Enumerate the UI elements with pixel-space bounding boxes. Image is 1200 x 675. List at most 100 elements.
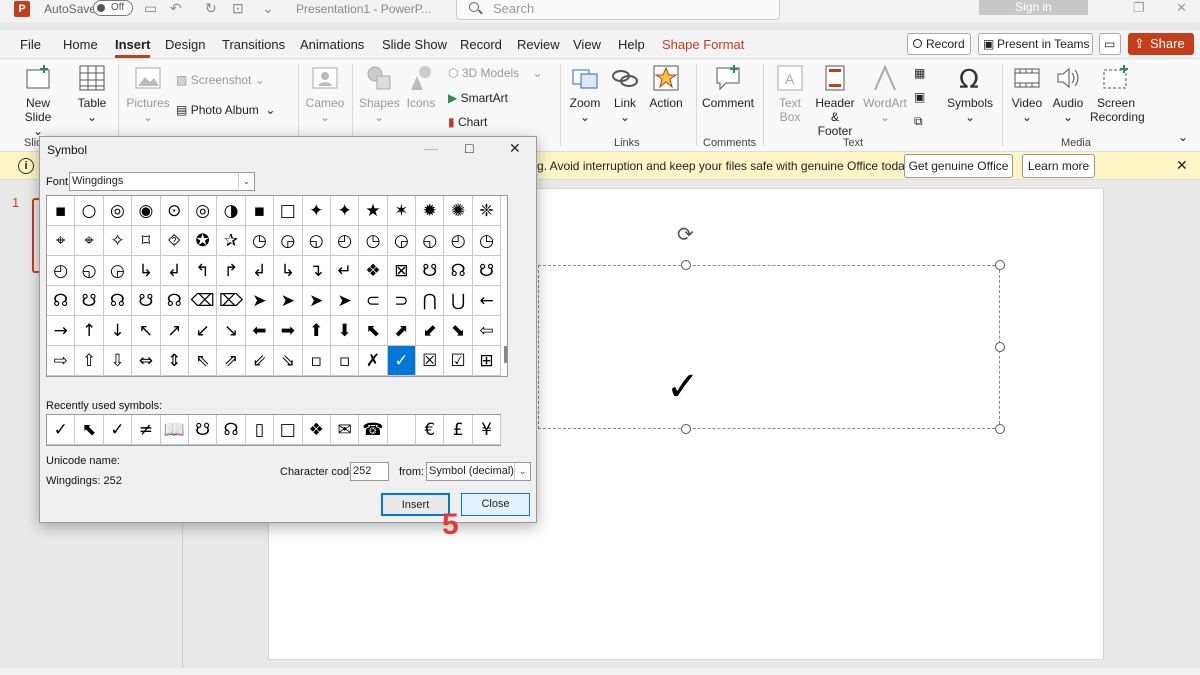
symbol-cell[interactable]: ⬊ [444, 316, 473, 346]
symbol-cell[interactable]: ☋ [132, 286, 161, 316]
symbol-cell[interactable]: ↗ [160, 316, 189, 346]
video-button[interactable]: Video ⌄ [1008, 64, 1046, 124]
symbol-cell[interactable]: ⌦ [217, 286, 246, 316]
symbol-cell[interactable]: ↲ [245, 256, 275, 286]
font-dropdown[interactable]: Wingdings ⌄ [69, 172, 255, 191]
symbol-cell[interactable]: ▪ [245, 196, 275, 226]
symbol-cell[interactable]: ↳ [274, 256, 303, 286]
symbol-cell[interactable]: ⇧ [75, 346, 104, 376]
comments-button[interactable]: ▭ [1099, 33, 1121, 55]
icons-button[interactable]: Icons [404, 64, 438, 110]
symbol-cell[interactable]: ✓ [387, 346, 417, 376]
symbol-cell[interactable]: ⊞ [472, 346, 502, 376]
symbol-cell[interactable]: ❖ [359, 256, 388, 286]
restore-window-icon[interactable]: ❐ [1133, 0, 1145, 16]
symbols-button[interactable]: Ω Symbols ⌄ [944, 64, 996, 124]
symbol-cell[interactable]: ↖ [132, 316, 161, 346]
symbol-cell[interactable]: ➤ [245, 286, 275, 316]
tab-file[interactable]: File [20, 37, 41, 52]
symbol-cell[interactable]: ⇙ [245, 346, 275, 376]
symbol-cell[interactable]: ↰ [188, 256, 218, 286]
screen-recording-button[interactable]: Screen Recording [1090, 64, 1145, 124]
recent-symbol-cell[interactable]: ✓ [103, 415, 133, 445]
comment-button[interactable]: Comment [700, 64, 756, 110]
present-icon[interactable]: ⊡ [232, 0, 244, 17]
symbol-cell[interactable]: ◴ [47, 256, 76, 286]
symbol-cell[interactable]: ⇦ [472, 316, 502, 346]
from-dropdown[interactable]: Symbol (decimal) ⌄ [426, 462, 531, 481]
symbol-cell[interactable]: ↳ [132, 256, 161, 286]
symbol-cell[interactable]: ⊃ [387, 286, 417, 316]
symbol-cell[interactable]: ✰ [217, 226, 246, 256]
symbol-cell[interactable]: ◴ [330, 226, 360, 256]
symbol-cell[interactable]: ➡ [274, 316, 303, 346]
symbol-cell[interactable]: ◵ [75, 256, 104, 286]
link-button[interactable]: Link ⌄ [608, 64, 642, 124]
recent-symbol-cell[interactable]: ❖ [302, 415, 331, 445]
record-button[interactable]: Record [907, 33, 971, 55]
symbol-cell[interactable]: ◷ [245, 226, 275, 256]
tab-design[interactable]: Design [165, 37, 205, 52]
slide-number-icon[interactable]: ▣ [914, 90, 925, 104]
symbol-cell[interactable]: ⌑ [132, 226, 161, 256]
symbol-cell[interactable]: ➤ [274, 286, 303, 316]
symbol-cell[interactable]: ✦ [330, 196, 360, 226]
symbol-cell[interactable]: ↱ [217, 256, 246, 286]
symbol-cell[interactable]: ✧ [103, 226, 133, 256]
symbol-cell[interactable]: ◷ [472, 226, 502, 256]
recent-symbol-cell[interactable]: 📖 [160, 415, 189, 445]
symbol-cell[interactable]: ◷ [359, 226, 388, 256]
symbol-cell[interactable]: ⇨ [47, 346, 76, 376]
wordart-button[interactable]: WordArt ⌄ [862, 64, 908, 124]
resize-handle-top[interactable] [681, 260, 691, 270]
tab-review[interactable]: Review [517, 37, 560, 52]
symbol-cell[interactable]: ☊ [47, 286, 76, 316]
resize-handle-bottom-right[interactable] [995, 424, 1005, 434]
symbol-cell[interactable]: ⌖ [75, 226, 104, 256]
action-button[interactable]: Action [646, 64, 686, 110]
customize-qat-icon[interactable]: ⌄ [262, 0, 274, 17]
recent-symbol-cell[interactable]: ✓ [47, 415, 76, 445]
get-genuine-office-button[interactable]: Get genuine Office [904, 154, 1013, 178]
recent-symbol-cell[interactable]: ≠ [132, 415, 161, 445]
symbol-cell[interactable]: ★ [359, 196, 388, 226]
chart-button[interactable]: ▮ Chart [448, 115, 487, 129]
symbol-cell[interactable]: ▪ [47, 196, 76, 226]
symbol-cell[interactable]: ↙ [188, 316, 218, 346]
close-button[interactable]: Close [461, 493, 530, 516]
symbol-cell[interactable]: ▫ [302, 346, 331, 376]
text-box-button[interactable]: A Text Box [772, 64, 808, 124]
symbol-cell[interactable]: ⬅ [245, 316, 275, 346]
learn-more-button[interactable]: Learn more [1022, 154, 1095, 178]
3d-models-button[interactable]: ⬡ 3D Models ⌄ [448, 66, 543, 80]
audio-button[interactable]: Audio ⌄ [1049, 64, 1087, 124]
recent-symbol-cell[interactable]: £ [444, 415, 473, 445]
symbol-cell[interactable]: ◵ [416, 226, 445, 256]
symbol-cell[interactable]: ⌖ [47, 226, 76, 256]
symbol-cell[interactable]: ➤ [330, 286, 360, 316]
symbol-cell[interactable]: ➤ [302, 286, 331, 316]
symbol-cell[interactable]: ⇔ [132, 346, 161, 376]
dialog-close-icon[interactable]: ✕ [509, 140, 521, 157]
symbol-cell[interactable]: ⋂ [416, 286, 445, 316]
photo-album-button[interactable]: ▤ Photo Album ⌄ [176, 103, 275, 117]
symbol-cell[interactable]: ⇘ [274, 346, 303, 376]
autosave-toggle[interactable]: Off [93, 0, 133, 16]
symbol-cell[interactable]: ⇗ [217, 346, 246, 376]
symbol-cell[interactable]: □ [274, 196, 303, 226]
collapse-ribbon-icon[interactable]: ⌄ [1178, 130, 1188, 144]
header-footer-button[interactable]: Header & Footer [812, 64, 858, 138]
tab-insert[interactable]: Insert [115, 37, 151, 58]
recent-symbol-cell[interactable]: □ [274, 415, 303, 445]
zoom-button[interactable]: Zoom ⌄ [566, 64, 604, 124]
recent-symbol-cell[interactable]: ☋ [188, 415, 218, 445]
recent-symbol-cell[interactable]: ✉ [330, 415, 360, 445]
resize-handle-bottom[interactable] [681, 424, 691, 434]
present-in-teams-button[interactable]: ▣ Present in Teams [978, 33, 1093, 55]
symbol-cell[interactable]: ⬇ [330, 316, 360, 346]
symbol-cell[interactable]: ⊙ [160, 196, 189, 226]
close-infobar-icon[interactable]: ✕ [1176, 157, 1188, 174]
recent-symbol-cell[interactable]: ¥ [472, 415, 502, 445]
symbol-cell[interactable]: ⬋ [416, 316, 445, 346]
symbol-cell[interactable]: ☑ [444, 346, 473, 376]
